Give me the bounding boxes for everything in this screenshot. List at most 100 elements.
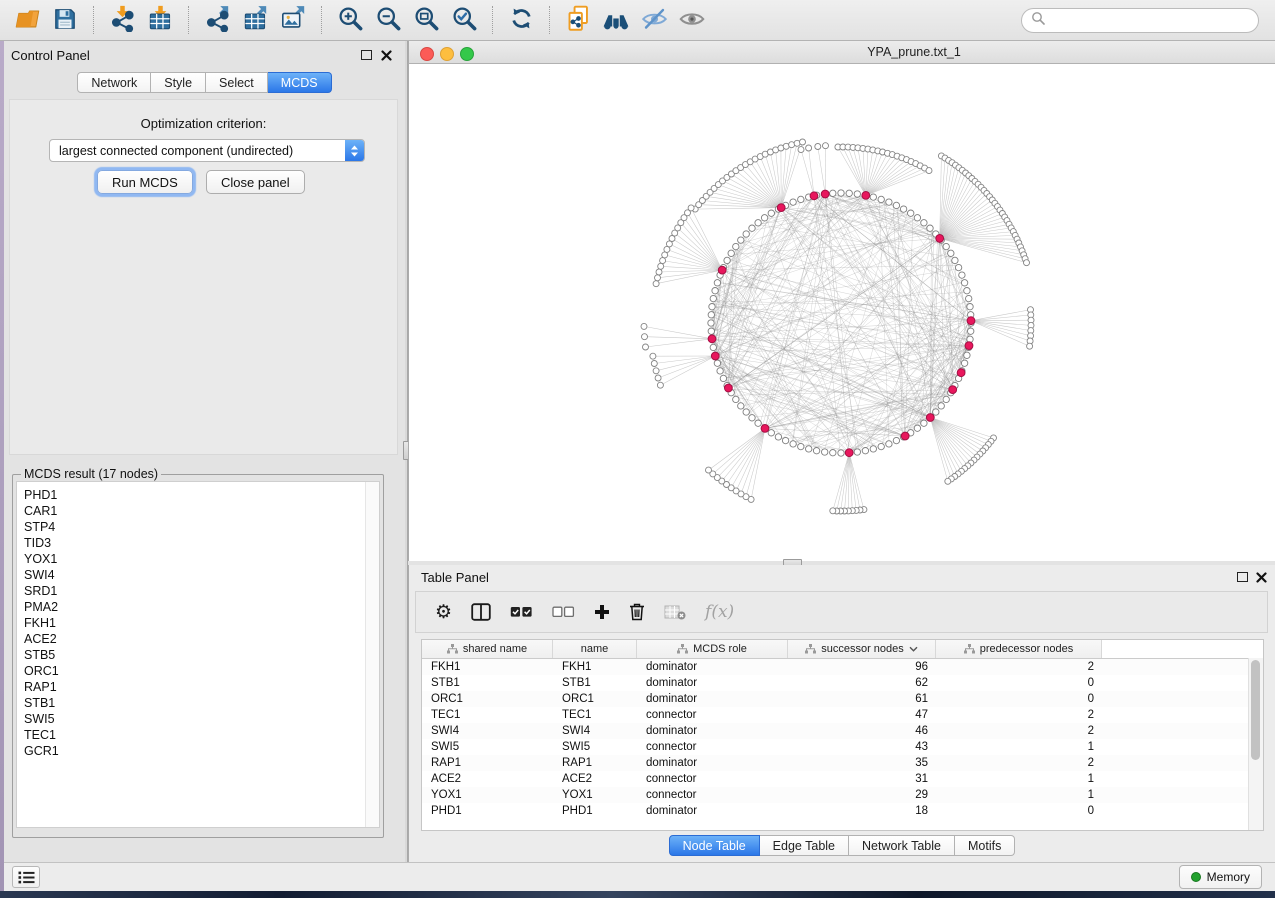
mcds-result-item[interactable]: SRD1 xyxy=(17,583,379,599)
leaf-node[interactable] xyxy=(653,368,659,374)
close-panel-button[interactable]: Close panel xyxy=(206,170,305,194)
ring-node[interactable] xyxy=(961,360,967,366)
ring-node[interactable] xyxy=(775,434,781,440)
ring-node[interactable] xyxy=(738,403,744,409)
mcds-result-item[interactable]: GCR1 xyxy=(17,743,379,759)
ring-node[interactable] xyxy=(712,288,718,294)
leaf-node[interactable] xyxy=(655,375,661,381)
ring-node[interactable] xyxy=(709,304,715,310)
table-scrollbar-thumb[interactable] xyxy=(1251,660,1260,760)
network-view[interactable] xyxy=(408,64,1275,561)
mcds-hub-node[interactable] xyxy=(862,192,870,200)
ring-node[interactable] xyxy=(870,446,876,452)
ring-node[interactable] xyxy=(743,231,749,237)
leaf-node[interactable] xyxy=(789,142,795,148)
ring-node[interactable] xyxy=(724,257,730,263)
table-cell[interactable]: dominator xyxy=(637,661,788,673)
ring-node[interactable] xyxy=(952,257,958,263)
table-cell[interactable]: ORC1 xyxy=(422,693,553,705)
import-network-button[interactable] xyxy=(103,3,141,37)
table-cell[interactable]: dominator xyxy=(637,805,788,817)
table-cell[interactable]: 2 xyxy=(936,725,1102,737)
window-close-icon[interactable] xyxy=(420,47,434,61)
run-mcds-button[interactable]: Run MCDS xyxy=(97,170,193,194)
tab-style[interactable]: Style xyxy=(151,72,206,93)
column-header-MCDS-role[interactable]: MCDS role xyxy=(637,640,788,658)
zoom-out-button[interactable] xyxy=(369,3,407,37)
tab-network-table[interactable]: Network Table xyxy=(849,835,955,856)
mcds-hub-node[interactable] xyxy=(957,369,965,377)
ring-node[interactable] xyxy=(908,210,914,216)
ring-node[interactable] xyxy=(927,225,933,231)
ring-node[interactable] xyxy=(708,320,714,326)
ring-node[interactable] xyxy=(717,368,723,374)
ring-node[interactable] xyxy=(964,352,970,358)
ring-node[interactable] xyxy=(914,425,920,431)
leaf-node[interactable] xyxy=(651,361,657,367)
refresh-button[interactable] xyxy=(502,3,540,37)
mcds-hub-node[interactable] xyxy=(711,352,719,360)
zoom-in-button[interactable] xyxy=(331,3,369,37)
table-scrollbar[interactable] xyxy=(1248,658,1263,830)
table-cell[interactable]: SWI5 xyxy=(422,741,553,753)
ring-node[interactable] xyxy=(943,396,949,402)
ring-node[interactable] xyxy=(728,250,734,256)
table-cell[interactable]: RAP1 xyxy=(422,757,553,769)
export-network-button[interactable] xyxy=(198,3,236,37)
leaf-node[interactable] xyxy=(830,508,836,514)
mcds-hub-node[interactable] xyxy=(821,190,829,198)
table-cell[interactable]: FKH1 xyxy=(553,661,637,673)
mcds-result-item[interactable]: YOX1 xyxy=(17,551,379,567)
tab-motifs[interactable]: Motifs xyxy=(955,835,1015,856)
ring-node[interactable] xyxy=(921,420,927,426)
close-panel-icon[interactable] xyxy=(379,48,393,62)
table-cell[interactable]: connector xyxy=(637,741,788,753)
mcds-hub-node[interactable] xyxy=(718,266,726,274)
ring-node[interactable] xyxy=(878,196,884,202)
ring-node[interactable] xyxy=(749,225,755,231)
tab-network[interactable]: Network xyxy=(77,72,151,93)
mcds-result-item[interactable]: STP4 xyxy=(17,519,379,535)
table-cell[interactable]: connector xyxy=(637,773,788,785)
table-cell[interactable]: dominator xyxy=(637,677,788,689)
table-row[interactable]: TEC1TEC1connector472 xyxy=(422,707,1263,723)
table-cell[interactable]: YOX1 xyxy=(422,789,553,801)
table-cell[interactable]: TEC1 xyxy=(422,709,553,721)
function-builder-button[interactable]: f(x) xyxy=(705,602,734,622)
ring-node[interactable] xyxy=(714,280,720,286)
leaf-node[interactable] xyxy=(800,139,806,145)
table-cell[interactable]: 1 xyxy=(936,789,1102,801)
leaf-node[interactable] xyxy=(641,323,647,329)
ring-node[interactable] xyxy=(768,430,774,436)
ring-node[interactable] xyxy=(813,448,819,454)
table-cell[interactable]: STB1 xyxy=(422,677,553,689)
leaf-node[interactable] xyxy=(658,263,664,269)
table-cell[interactable]: 2 xyxy=(936,661,1102,673)
table-row[interactable]: RAP1RAP1dominator352 xyxy=(422,755,1263,771)
ring-node[interactable] xyxy=(798,443,804,449)
save-button[interactable] xyxy=(46,3,84,37)
ring-node[interactable] xyxy=(948,250,954,256)
ring-node[interactable] xyxy=(893,202,899,208)
network-graph[interactable] xyxy=(409,64,1275,560)
ring-node[interactable] xyxy=(768,210,774,216)
ring-node[interactable] xyxy=(761,215,767,221)
ring-node[interactable] xyxy=(714,360,720,366)
ring-node[interactable] xyxy=(708,328,714,334)
table-cell[interactable]: STB1 xyxy=(553,677,637,689)
leaf-node[interactable] xyxy=(815,144,821,150)
mcds-hub-node[interactable] xyxy=(936,235,944,243)
mcds-result-item[interactable]: TEC1 xyxy=(17,727,379,743)
leaf-node[interactable] xyxy=(650,353,656,359)
ring-node[interactable] xyxy=(870,194,876,200)
ring-node[interactable] xyxy=(886,199,892,205)
mcds-hub-node[interactable] xyxy=(926,414,934,422)
tab-edge-table[interactable]: Edge Table xyxy=(760,835,849,856)
ring-node[interactable] xyxy=(710,344,716,350)
search-network-button[interactable] xyxy=(597,3,635,37)
table-cell[interactable]: RAP1 xyxy=(553,757,637,769)
leaf-node[interactable] xyxy=(657,382,663,388)
search-field[interactable] xyxy=(1021,8,1259,33)
leaf-node[interactable] xyxy=(823,143,829,149)
mcds-result-item[interactable]: ORC1 xyxy=(17,663,379,679)
